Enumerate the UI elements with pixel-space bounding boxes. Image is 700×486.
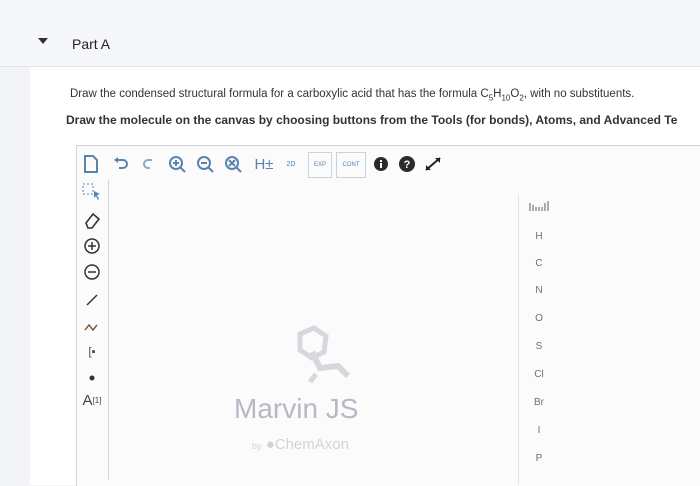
instruction-line-2: Draw the molecule on the canvas by choos… bbox=[66, 113, 678, 127]
fullscreen-icon[interactable] bbox=[422, 152, 444, 176]
collapse-caret-icon[interactable] bbox=[38, 38, 48, 44]
formula-o: O bbox=[510, 88, 520, 100]
new-document-icon[interactable] bbox=[80, 152, 102, 176]
atom-s-button[interactable]: S bbox=[519, 341, 559, 352]
redo-icon[interactable] bbox=[138, 152, 160, 176]
lone-pair-icon[interactable] bbox=[80, 366, 104, 390]
periodic-table-icon[interactable] bbox=[519, 199, 559, 213]
top-toolbar: H± 2D EXP CONT ? bbox=[80, 152, 460, 186]
part-header[interactable]: Part A bbox=[0, 0, 700, 67]
watermark-by: by bbox=[252, 441, 262, 451]
zoom-in-icon[interactable] bbox=[166, 152, 188, 176]
atom-cl-button[interactable]: Cl bbox=[519, 369, 559, 380]
atom-tool-icon[interactable]: A [1] bbox=[80, 388, 104, 412]
chain-tool-icon[interactable] bbox=[80, 314, 104, 338]
atom-tool-label: A bbox=[82, 391, 93, 409]
atom-h-button[interactable]: H bbox=[519, 231, 559, 242]
expand-button[interactable]: EXP bbox=[308, 152, 332, 178]
atom-p-button[interactable]: P bbox=[519, 453, 559, 464]
clean-2d-button[interactable]: 2D bbox=[280, 152, 302, 176]
formula-c: C bbox=[480, 88, 489, 100]
help-icon[interactable]: ? bbox=[396, 152, 418, 176]
instruction-line-1: Draw the condensed structural formula fo… bbox=[70, 88, 634, 102]
atom-c-button[interactable]: C bbox=[519, 258, 559, 269]
left-toolbar: [▪ A [1] bbox=[76, 180, 109, 480]
contract-button[interactable]: CONT bbox=[336, 152, 366, 178]
atoms-toolbar: H C N O S Cl Br I P bbox=[518, 195, 559, 485]
molecular-formula: C5H10O2 bbox=[480, 88, 523, 102]
hydrogen-toggle-button[interactable]: H± bbox=[250, 152, 278, 176]
atom-n-button[interactable]: N bbox=[519, 285, 559, 296]
atom-br-button[interactable]: Br bbox=[519, 397, 559, 408]
undo-icon[interactable] bbox=[110, 152, 132, 176]
decrease-charge-icon[interactable] bbox=[80, 260, 104, 284]
part-title: Part A bbox=[72, 36, 111, 52]
instruction-text-end: , with no substituents. bbox=[523, 88, 635, 100]
selection-tool-icon[interactable] bbox=[80, 180, 104, 204]
atom-o-button[interactable]: O bbox=[519, 313, 559, 324]
increase-charge-icon[interactable] bbox=[80, 234, 104, 258]
eraser-icon[interactable] bbox=[80, 208, 104, 232]
charge-label-tool[interactable]: [▪ bbox=[80, 340, 104, 364]
watermark-subtitle: by ●ChemAxon bbox=[252, 436, 349, 453]
zoom-out-icon[interactable] bbox=[194, 152, 216, 176]
watermark-company: ChemAxon bbox=[274, 436, 349, 453]
chemaxon-logo-icon: ● bbox=[265, 436, 275, 453]
watermark-title: Marvin JS bbox=[234, 393, 359, 424]
single-bond-icon[interactable] bbox=[80, 288, 104, 312]
clear-icon[interactable] bbox=[222, 152, 244, 176]
marvin-logo-icon bbox=[282, 324, 356, 388]
svg-text:?: ? bbox=[404, 159, 411, 171]
atom-tool-sup: [1] bbox=[92, 395, 102, 405]
info-icon[interactable] bbox=[370, 152, 392, 176]
marvin-canvas[interactable] bbox=[76, 145, 700, 486]
atom-i-button[interactable]: I bbox=[519, 425, 559, 436]
instruction-text: Draw the condensed structural formula fo… bbox=[70, 88, 481, 100]
